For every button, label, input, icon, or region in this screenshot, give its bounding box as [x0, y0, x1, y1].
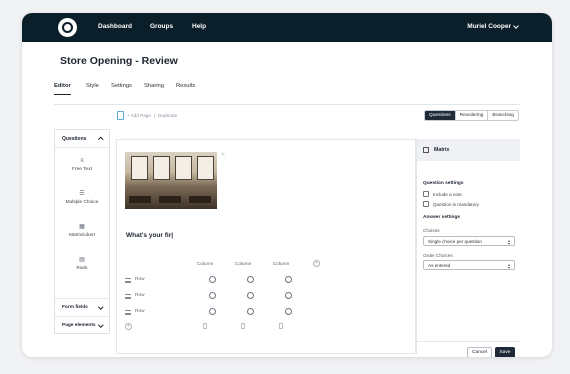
tab-bar: Editor Style Settings Sharing Results	[54, 83, 520, 105]
nav-dashboard[interactable]: Dashboard	[98, 23, 132, 30]
select-arrows-icon: ▴ ▾	[507, 237, 510, 246]
tab-results[interactable]: Results	[176, 83, 195, 94]
include-note-option[interactable]: Include a note	[423, 191, 462, 197]
rank-icon: ▤	[79, 256, 85, 263]
chevron-down-icon	[97, 304, 103, 309]
question-text-input[interactable]: What's your fir|	[126, 232, 173, 239]
question-settings-heading: Question settings	[423, 181, 464, 186]
order-choices-label: Order Choices	[423, 253, 453, 258]
nav-groups[interactable]: Groups	[150, 23, 173, 30]
radio-button[interactable]	[285, 308, 292, 315]
app-window: Dashboard Groups Help Muriel Cooper Stor…	[22, 13, 552, 357]
delete-column-icon[interactable]	[241, 323, 245, 329]
checkbox[interactable]	[423, 201, 429, 207]
divider	[417, 341, 521, 342]
question-type-matrix[interactable]: ▦ Matrix/Likert	[55, 214, 109, 247]
question-type-multiple-choice[interactable]: ☰ Multiple Choice	[55, 181, 109, 214]
nav-help[interactable]: Help	[192, 23, 206, 30]
save-button[interactable]: Save	[495, 347, 515, 357]
toggle-questions[interactable]: Questions	[425, 111, 455, 120]
toggle-reordering[interactable]: Reordering	[454, 111, 488, 120]
matrix-row: Row	[125, 308, 375, 318]
row-label[interactable]: Row	[135, 309, 145, 314]
checkbox[interactable]	[423, 191, 429, 197]
radio-button[interactable]	[209, 308, 216, 315]
question-type-free-text[interactable]: ≡ Free Text	[55, 148, 109, 181]
radio-button[interactable]	[247, 308, 254, 315]
answer-settings-heading: Answer settings	[423, 215, 461, 220]
column-header[interactable]: Column	[223, 262, 263, 267]
matrix-row: Row	[125, 276, 375, 286]
chevron-down-icon	[97, 322, 103, 327]
delete-column-icon[interactable]	[203, 323, 207, 329]
tab-style[interactable]: Style	[86, 83, 99, 94]
question-settings-panel: Matrix Question settings Include a note …	[416, 139, 521, 357]
drag-handle-icon[interactable]	[125, 294, 131, 299]
duplicate-link[interactable]: Duplicate	[158, 113, 177, 118]
radio-button[interactable]	[247, 292, 254, 299]
image-edit-icon[interactable]: ✎	[221, 152, 225, 158]
drag-handle-icon[interactable]	[125, 310, 131, 315]
free-text-icon: ≡	[80, 157, 84, 164]
question-types-panel: Questions ≡ Free Text ☰ Multiple Choice …	[54, 129, 110, 334]
page-toolbar: + Add Page | Duplicate	[117, 111, 177, 120]
page-icon	[117, 111, 124, 120]
chevron-up-icon	[97, 137, 103, 142]
add-row-icon[interactable]: +	[125, 323, 132, 330]
radio-button[interactable]	[209, 276, 216, 283]
toggle-branching[interactable]: Branching	[487, 111, 518, 120]
tab-sharing[interactable]: Sharing	[144, 83, 164, 94]
choices-label: Choices	[423, 228, 440, 233]
question-canvas: ✎ What's your fir| Column Column Column …	[116, 139, 416, 354]
row-label[interactable]: Row	[135, 277, 145, 282]
tab-editor[interactable]: Editor	[54, 83, 71, 95]
add-page-link[interactable]: + Add Page	[127, 113, 151, 118]
cancel-button[interactable]: Cancel	[467, 347, 492, 357]
chevron-down-icon	[513, 22, 519, 29]
radio-button[interactable]	[285, 276, 292, 283]
page-elements-section[interactable]: Page elements	[55, 316, 109, 334]
column-header[interactable]: Column	[185, 262, 225, 267]
question-type-rank[interactable]: ▤ Rank	[55, 247, 109, 280]
delete-column-icon[interactable]	[279, 323, 283, 329]
logo-icon[interactable]	[58, 18, 77, 37]
multiple-choice-icon: ☰	[79, 190, 85, 197]
order-choices-select[interactable]: As entered ▴ ▾	[423, 260, 515, 270]
user-menu[interactable]: Muriel Cooper	[467, 22, 519, 30]
question-image[interactable]	[125, 152, 217, 209]
matrix-icon	[423, 147, 429, 153]
add-column-icon[interactable]: +	[313, 260, 320, 267]
drag-handle-icon[interactable]	[125, 278, 131, 283]
tab-settings[interactable]: Settings	[111, 83, 132, 94]
settings-panel-header: Matrix	[417, 139, 520, 161]
top-nav-bar: Dashboard Groups Help Muriel Cooper	[22, 13, 552, 42]
matrix-icon: ▦	[79, 223, 85, 230]
choices-select[interactable]: Single choice per question ▴ ▾	[423, 236, 515, 246]
select-arrows-icon: ▴ ▾	[507, 261, 510, 270]
column-header[interactable]: Column	[261, 262, 301, 267]
form-fields-section[interactable]: Form fields	[55, 298, 109, 316]
radio-button[interactable]	[285, 292, 292, 299]
page-title: Store Opening - Review	[60, 55, 178, 67]
mandatory-option[interactable]: Question is mandatory	[423, 201, 479, 207]
view-toggle: Questions Reordering Branching	[424, 110, 519, 121]
user-name: Muriel Cooper	[467, 23, 511, 30]
row-label[interactable]: Row	[135, 293, 145, 298]
separator: |	[153, 113, 156, 118]
matrix-row: Row	[125, 292, 375, 302]
radio-button[interactable]	[247, 276, 254, 283]
questions-section-header[interactable]: Questions	[55, 130, 109, 148]
radio-button[interactable]	[209, 292, 216, 299]
